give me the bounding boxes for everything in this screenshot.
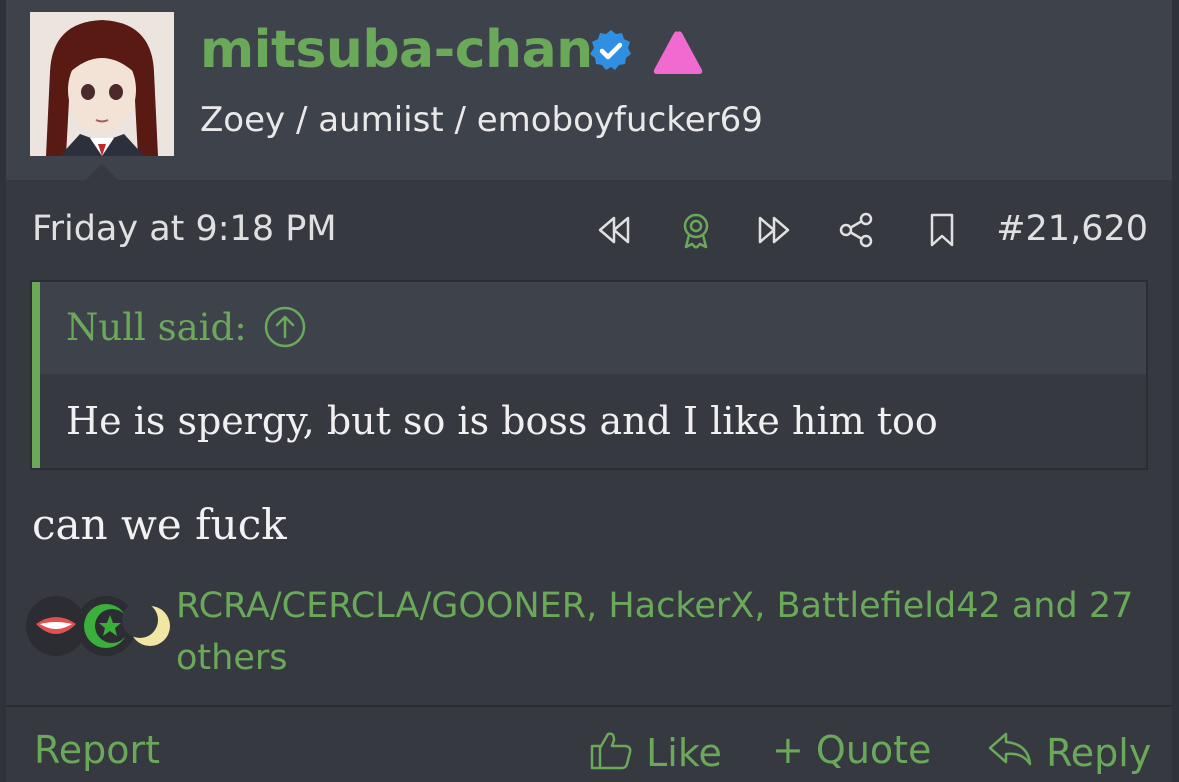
quote-text: He is spergy, but so is boss and I like … bbox=[66, 399, 938, 443]
thumbs-up-icon bbox=[590, 732, 632, 770]
quote-block: Null said: He is spergy, but so is boss … bbox=[30, 280, 1148, 470]
next-post-icon[interactable] bbox=[754, 210, 794, 250]
reply-button[interactable]: Reply bbox=[986, 726, 1151, 777]
jump-to-quote-icon[interactable] bbox=[262, 304, 308, 350]
share-icon[interactable] bbox=[836, 210, 876, 250]
quote-header: Null said: bbox=[40, 282, 1146, 374]
post-date[interactable]: Friday at 9:18 PM bbox=[32, 206, 337, 252]
reactions-summary[interactable]: RCRA/CERCLA/GOONER, HackerX, Battlefield… bbox=[176, 580, 1156, 684]
quote-accent-bar bbox=[32, 282, 40, 468]
avatar[interactable] bbox=[30, 12, 174, 156]
like-button[interactable]: Like bbox=[588, 726, 722, 777]
like-label: Like bbox=[646, 731, 722, 775]
user-title: Zoey / aumiist / emoboyfucker69 bbox=[200, 100, 763, 140]
post-actions: Report Like + Quote Reply bbox=[6, 720, 1172, 782]
avatar-image bbox=[30, 12, 174, 156]
reply-arrow-icon bbox=[988, 732, 1032, 766]
quote-body: He is spergy, but so is boss and I like … bbox=[40, 374, 1146, 468]
reaction-icons[interactable] bbox=[26, 596, 176, 666]
verified-badge-icon bbox=[590, 30, 631, 70]
previous-post-icon[interactable] bbox=[594, 210, 634, 250]
post-message: can we fuck bbox=[32, 500, 287, 549]
quote-button[interactable]: + Quote bbox=[772, 726, 931, 774]
pink-triangle-icon bbox=[653, 31, 703, 74]
bookmark-icon[interactable] bbox=[922, 210, 962, 250]
username[interactable]: mitsuba-chan bbox=[200, 20, 593, 80]
quote-author[interactable]: Null said: bbox=[66, 304, 247, 352]
post-number[interactable]: #21,620 bbox=[996, 206, 1148, 252]
post-card: mitsuba-chan Zoey / aumiist / emoboyfuck… bbox=[6, 0, 1172, 782]
crescent-moon-icon bbox=[122, 596, 182, 656]
reply-label: Reply bbox=[1046, 731, 1152, 775]
award-icon[interactable] bbox=[676, 210, 716, 250]
post-header: mitsuba-chan Zoey / aumiist / emoboyfuck… bbox=[6, 0, 1172, 180]
report-button[interactable]: Report bbox=[34, 726, 160, 774]
avatar-pointer bbox=[86, 164, 118, 180]
divider bbox=[6, 705, 1172, 707]
